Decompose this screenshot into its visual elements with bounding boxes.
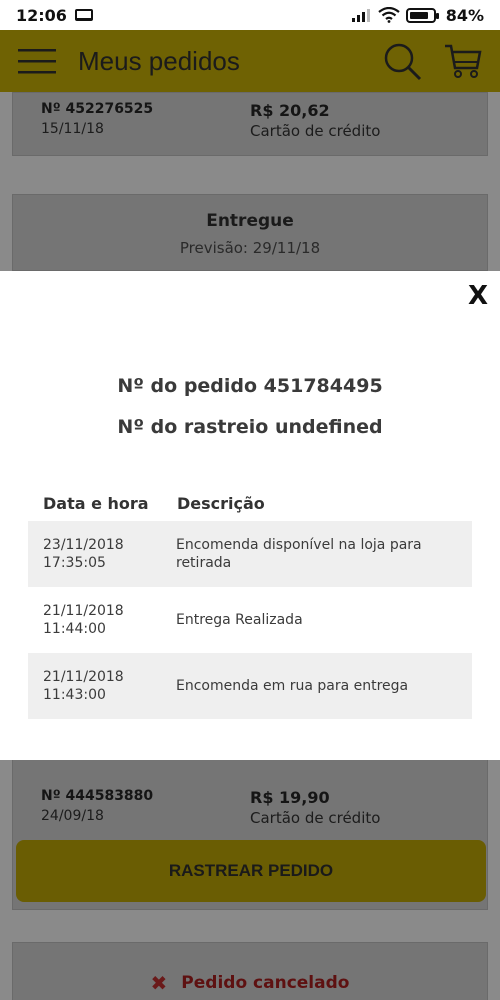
event-datetime: 21/11/2018 11:44:00 bbox=[43, 602, 176, 638]
tracking-modal: X Nº do pedido 451784495 Nº do rastreio … bbox=[0, 271, 500, 760]
track-order-button[interactable]: RASTREAR PEDIDO bbox=[16, 840, 486, 902]
payment-method: Cartão de crédito bbox=[250, 122, 381, 140]
event-datetime: 21/11/2018 11:43:00 bbox=[43, 668, 176, 704]
wifi-icon bbox=[378, 7, 400, 23]
order-number-heading: Nº do pedido 451784495 bbox=[117, 375, 383, 397]
table-row: 21/11/2018 11:43:00 Encomenda em rua par… bbox=[28, 653, 472, 719]
tracking-table: Data e hora Descrição 23/11/2018 17:35:0… bbox=[28, 485, 472, 719]
order-date: 24/09/18 bbox=[41, 808, 104, 824]
clock: 12:06 bbox=[16, 5, 67, 25]
event-time: 11:44:00 bbox=[43, 621, 106, 637]
table-row: 23/11/2018 17:35:05 Encomenda disponível… bbox=[28, 521, 472, 587]
laptop-icon bbox=[74, 9, 93, 21]
app-bar: Meus pedidos bbox=[0, 30, 500, 92]
close-button[interactable]: X bbox=[468, 281, 488, 311]
order-number: Nº 452276525 bbox=[41, 101, 154, 117]
search-icon[interactable] bbox=[382, 41, 422, 81]
signal-icon bbox=[351, 9, 370, 22]
order-date: 15/11/18 bbox=[41, 121, 104, 137]
table-row: 21/11/2018 11:44:00 Entrega Realizada bbox=[28, 587, 472, 653]
event-time: 17:35:05 bbox=[43, 555, 106, 571]
battery-icon bbox=[405, 7, 439, 23]
payment-method: Cartão de crédito bbox=[250, 809, 381, 827]
order-card[interactable]: Nº 452276525 15/11/18 R$ 20,62 Cartão de… bbox=[12, 92, 488, 156]
event-datetime: 23/11/2018 17:35:05 bbox=[43, 536, 176, 572]
event-description: Entrega Realizada bbox=[176, 612, 303, 628]
event-time: 11:43:00 bbox=[43, 687, 106, 703]
order-status-card[interactable]: Entregue Previsão: 29/11/18 bbox=[12, 194, 488, 271]
order-status: Pedido cancelado bbox=[181, 973, 350, 993]
delivery-estimate: Previsão: 29/11/18 bbox=[179, 239, 321, 257]
event-description: Encomenda disponível na loja para retira… bbox=[176, 537, 422, 571]
event-description: Encomenda em rua para entrega bbox=[176, 678, 409, 694]
battery-level: 84% bbox=[445, 5, 484, 25]
event-date: 21/11/2018 bbox=[43, 603, 124, 619]
cancelled-icon: ✖ bbox=[150, 971, 168, 995]
table-header: Data e hora Descrição bbox=[28, 485, 472, 521]
order-price: R$ 20,62 bbox=[250, 101, 330, 120]
page-title: Meus pedidos bbox=[78, 45, 240, 76]
menu-icon[interactable] bbox=[18, 46, 58, 76]
column-header-date: Data e hora bbox=[43, 493, 149, 513]
order-price: R$ 19,90 bbox=[250, 788, 330, 807]
order-status-card[interactable]: ✖ Pedido cancelado bbox=[12, 942, 488, 1000]
order-status: Entregue bbox=[206, 211, 294, 231]
tracking-number-heading: Nº do rastreio undefined bbox=[117, 416, 383, 438]
cart-icon[interactable] bbox=[444, 42, 482, 80]
order-number: Nº 444583880 bbox=[41, 788, 154, 804]
event-date: 23/11/2018 bbox=[43, 537, 124, 553]
status-bar: 12:06 84% bbox=[0, 0, 500, 30]
column-header-description: Descrição bbox=[177, 493, 265, 513]
event-date: 21/11/2018 bbox=[43, 669, 124, 685]
